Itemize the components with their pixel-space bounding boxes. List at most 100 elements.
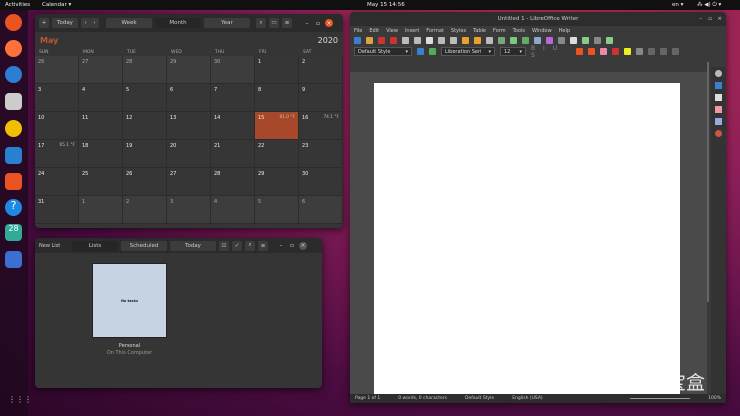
menu-format[interactable]: Format: [426, 28, 444, 34]
toolbar-icon[interactable]: [438, 37, 445, 44]
toolbar-icon[interactable]: [498, 37, 505, 44]
day-cell[interactable]: 5: [123, 84, 167, 112]
menu-insert[interactable]: Insert: [405, 28, 419, 34]
font-size-select[interactable]: 12 ▾: [500, 47, 526, 56]
day-cell[interactable]: 3: [167, 196, 211, 224]
day-cell[interactable]: 18: [79, 140, 123, 168]
tab-month[interactable]: Month: [155, 18, 201, 28]
menu-file[interactable]: File: [354, 28, 362, 34]
search-icon[interactable]: ⌕: [256, 18, 266, 28]
language[interactable]: English (USA): [512, 396, 543, 401]
day-cell[interactable]: 28: [123, 56, 167, 84]
align-left-icon[interactable]: [636, 48, 643, 55]
gallery-icon[interactable]: [715, 106, 722, 113]
maximize-icon[interactable]: ▫: [708, 16, 712, 22]
day-cell[interactable]: 19: [123, 140, 167, 168]
toolbar-icon[interactable]: [534, 37, 541, 44]
menu-icon[interactable]: ≡: [282, 18, 292, 28]
rhythmbox-icon[interactable]: [5, 120, 22, 137]
toolbar-icon[interactable]: [606, 37, 613, 44]
highlight-icon[interactable]: [624, 48, 631, 55]
day-cell[interactable]: 11: [79, 112, 123, 140]
toolbar-icon[interactable]: [462, 37, 469, 44]
clear-formatting-icon[interactable]: [600, 48, 607, 55]
day-cell[interactable]: 13: [167, 112, 211, 140]
day-cell[interactable]: 25: [79, 168, 123, 196]
minimize-icon[interactable]: –: [277, 242, 285, 250]
toolbar-icon[interactable]: [426, 37, 433, 44]
navigator-icon[interactable]: [715, 118, 722, 125]
day-cell[interactable]: 28: [211, 168, 255, 196]
prev-button[interactable]: ‹: [81, 18, 90, 28]
align-right-icon[interactable]: [660, 48, 667, 55]
day-cell[interactable]: 2: [299, 56, 343, 84]
menu-window[interactable]: Window: [532, 28, 552, 34]
menu-form[interactable]: Form: [493, 28, 506, 34]
day-cell[interactable]: 9: [299, 84, 343, 112]
day-cell[interactable]: 27: [167, 168, 211, 196]
toolbar-icon[interactable]: [558, 37, 565, 44]
menu-icon[interactable]: ≡: [258, 240, 268, 251]
menu-view[interactable]: View: [386, 28, 398, 34]
firefox-icon[interactable]: [5, 40, 22, 57]
day-cell[interactable]: 26: [123, 168, 167, 196]
calendar-icon[interactable]: 28: [5, 224, 22, 241]
toolbar-icon[interactable]: [486, 37, 493, 44]
today-button[interactable]: Today: [52, 18, 78, 28]
search-icon[interactable]: ⌕: [245, 240, 255, 251]
tab-today[interactable]: Today: [170, 240, 216, 251]
system-menu[interactable]: ⁂ ◀) ⏻ ▾: [697, 2, 721, 9]
menu-styles[interactable]: Styles: [451, 28, 466, 34]
font-color-icon[interactable]: [612, 48, 619, 55]
day-cell[interactable]: 20: [167, 140, 211, 168]
toolbar-icon[interactable]: [546, 37, 553, 44]
toolbar-icon[interactable]: [522, 37, 529, 44]
toolbar-icon[interactable]: [570, 37, 577, 44]
vertical-scrollbar[interactable]: [707, 62, 709, 302]
app-menu[interactable]: Calendar ▾: [42, 2, 71, 8]
writer-icon[interactable]: [5, 147, 22, 164]
update-style-icon[interactable]: [417, 48, 424, 55]
tab-lists[interactable]: Lists: [72, 240, 118, 251]
maximize-icon[interactable]: ▫: [314, 19, 322, 27]
day-cell[interactable]: 21: [211, 140, 255, 168]
zoom-level[interactable]: 100%: [708, 396, 721, 401]
tasks-icon[interactable]: [5, 251, 22, 268]
tab-year[interactable]: Year: [204, 18, 250, 28]
activities-button[interactable]: Activities: [5, 2, 30, 8]
font-name-select[interactable]: Liberation Seri ▾: [441, 47, 495, 56]
toolbar-icon[interactable]: [402, 37, 409, 44]
day-cell[interactable]: 27: [79, 56, 123, 84]
day-cell[interactable]: 12: [123, 112, 167, 140]
toolbar-icon[interactable]: [510, 37, 517, 44]
day-cell[interactable]: 14: [211, 112, 255, 140]
day-cell[interactable]: 1: [79, 196, 123, 224]
day-cell[interactable]: 30: [299, 168, 343, 196]
add-event-button[interactable]: +: [39, 18, 49, 28]
new-list-button[interactable]: New List: [39, 243, 69, 249]
toolbar-icon[interactable]: [582, 37, 589, 44]
menu-table[interactable]: Table: [473, 28, 486, 34]
files-icon[interactable]: [5, 93, 22, 110]
day-cell[interactable]: 4: [211, 196, 255, 224]
day-cell[interactable]: 24: [35, 168, 79, 196]
next-button[interactable]: ›: [90, 18, 99, 28]
day-cell[interactable]: 5: [255, 196, 299, 224]
list-card-personal[interactable]: No tasks: [92, 263, 167, 338]
day-cell[interactable]: 17 65.1 °F: [35, 140, 79, 168]
day-cell[interactable]: 6: [299, 196, 343, 224]
day-cell[interactable]: 23: [299, 140, 343, 168]
language-menu[interactable]: en ▾: [672, 2, 683, 8]
ubuntu-software-icon[interactable]: [5, 14, 22, 31]
day-cell[interactable]: 1: [255, 56, 299, 84]
menu-tools[interactable]: Tools: [513, 28, 525, 34]
subscript-icon[interactable]: [588, 48, 595, 55]
clock[interactable]: May 15 14:56: [367, 2, 405, 8]
day-cell[interactable]: 30: [211, 56, 255, 84]
new-style-icon[interactable]: [429, 48, 436, 55]
day-cell[interactable]: 6: [167, 84, 211, 112]
day-cell[interactable]: 10: [35, 112, 79, 140]
paragraph-style-select[interactable]: Default Style ▾: [354, 47, 412, 56]
close-icon[interactable]: ×: [299, 241, 307, 250]
maximize-icon[interactable]: ▫: [288, 242, 296, 250]
